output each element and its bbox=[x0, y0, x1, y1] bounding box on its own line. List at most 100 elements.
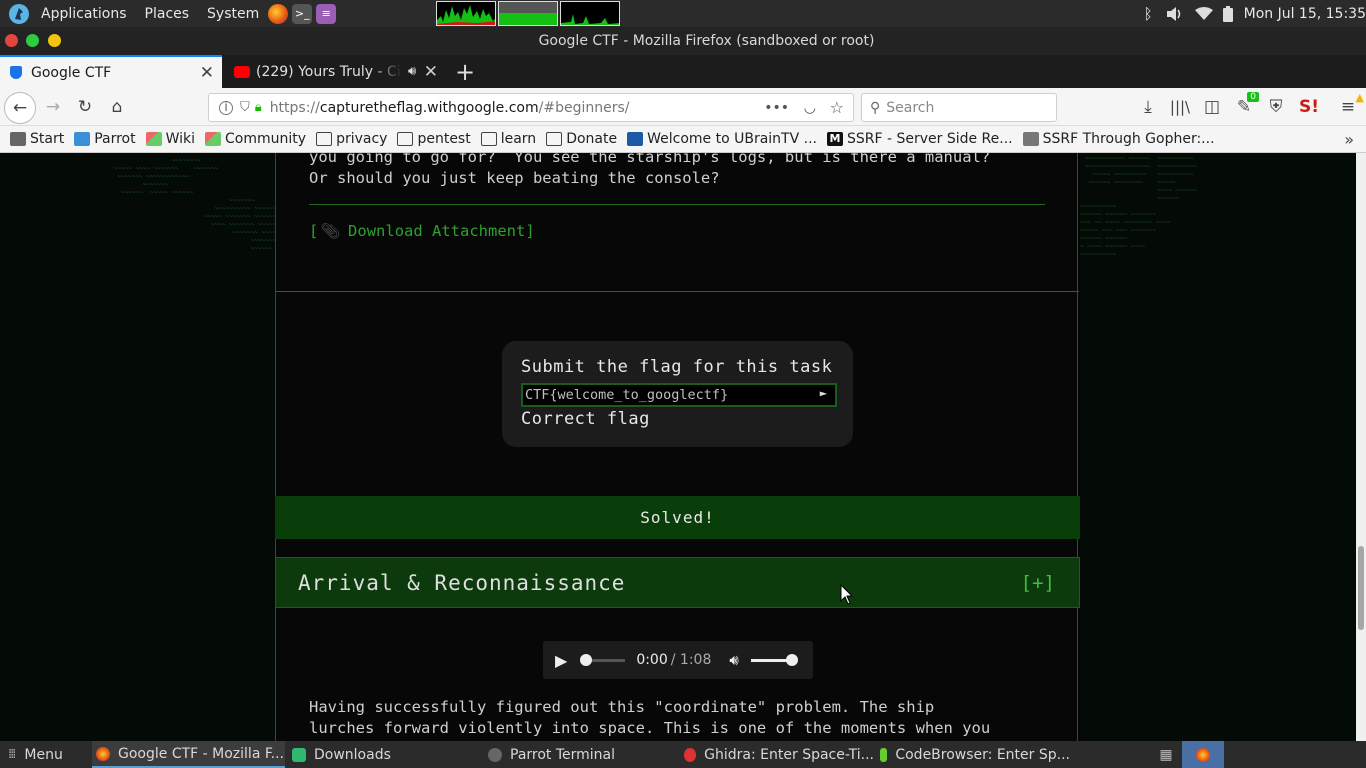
taskbar-item-terminal[interactable]: Parrot Terminal bbox=[488, 741, 678, 768]
workspace-switcher-icon[interactable]: ▦ bbox=[1154, 741, 1178, 768]
text-editor-launcher-icon[interactable]: ≡ bbox=[314, 0, 338, 27]
hamburger-menu-icon[interactable]: ≡ ▲ bbox=[1336, 91, 1364, 119]
avatar-icon bbox=[1022, 132, 1039, 146]
bookmark-wiki[interactable]: Wiki bbox=[145, 131, 195, 147]
home-button[interactable]: ⌂ bbox=[105, 95, 129, 119]
search-bar[interactable]: ⚲ Search bbox=[861, 93, 1057, 122]
window-titlebar[interactable]: Google CTF - Mozilla Firefox (sandboxed … bbox=[0, 27, 1366, 55]
url-path: /#beginners/ bbox=[538, 99, 630, 116]
close-tab-icon[interactable]: ✕ bbox=[200, 63, 214, 83]
new-tab-button[interactable]: + bbox=[455, 58, 475, 86]
search-icon: ⚲ bbox=[870, 99, 881, 116]
task-body-arrival: ▶ 0:00 / 1:08 🔊︎ Having successfully fig… bbox=[275, 608, 1078, 741]
bookmark-star-icon[interactable]: ☆ bbox=[830, 98, 844, 117]
paperclip-icon: 📎︎ bbox=[320, 222, 341, 240]
tab-google-ctf[interactable]: Google CTF ✕ bbox=[0, 55, 222, 88]
library-icon[interactable]: |||\ bbox=[1168, 95, 1192, 119]
reload-button[interactable]: ↻ bbox=[73, 95, 97, 119]
privacy-badger-icon[interactable]: ⛨ bbox=[1264, 95, 1288, 119]
divider bbox=[276, 291, 1079, 292]
taskbar-item-downloads[interactable]: Downloads bbox=[292, 741, 482, 768]
volume-icon[interactable]: 🔊︎ bbox=[729, 651, 738, 669]
forward-button[interactable]: → bbox=[41, 95, 65, 119]
network-graph-icon bbox=[560, 1, 621, 26]
audio-player[interactable]: ▶ 0:00 / 1:08 🔊︎ bbox=[543, 641, 813, 679]
taskbar-item-label: Ghidra: Enter Space-Ti... bbox=[704, 746, 874, 763]
extension-s-icon[interactable]: S! bbox=[1297, 95, 1321, 119]
volume-slider[interactable] bbox=[750, 653, 798, 666]
vertical-scrollbar[interactable] bbox=[1356, 153, 1366, 741]
back-button[interactable]: ← bbox=[4, 92, 36, 124]
volume-icon[interactable] bbox=[1159, 0, 1189, 27]
tab-label: Google CTF bbox=[31, 64, 112, 81]
tab-label: (229) Yours Truly - Cir bbox=[256, 63, 402, 80]
taskbar-item-codebrowser[interactable]: CodeBrowser: Enter Sp... bbox=[880, 741, 1070, 768]
bluetooth-icon[interactable]: ᛒ bbox=[1138, 0, 1159, 27]
pocket-icon[interactable]: ◡ bbox=[804, 100, 816, 116]
lock-icon[interactable]: 🔒︎ bbox=[255, 100, 262, 115]
url-bar[interactable]: i ⛉ 🔒︎ https:// capturetheflag.withgoogl… bbox=[208, 93, 854, 122]
bookmark-donate[interactable]: Donate bbox=[546, 131, 617, 147]
task-header-arrival[interactable]: Arrival & Reconnaissance [+] bbox=[275, 557, 1080, 608]
sidebar-icon[interactable]: ◫ bbox=[1200, 95, 1224, 119]
bookmark-ssrf-server-side[interactable]: M SSRF - Server Side Re... bbox=[826, 131, 1013, 147]
ubraintv-icon bbox=[627, 132, 644, 146]
decor-text: ~~~~~~~~~~ ~~~~~~ ~~~~~~ ~~~~~~~ ~~~ ~~ … bbox=[1080, 203, 1171, 258]
workspace-firefox-icon[interactable] bbox=[1182, 741, 1224, 768]
url-domain: capturetheflag.withgoogle.com bbox=[319, 99, 539, 116]
taskbar-item-ghidra[interactable]: Ghidra: Enter Space-Ti... bbox=[684, 741, 874, 768]
system-menu[interactable]: System bbox=[200, 0, 266, 27]
warning-badge-icon: ▲ bbox=[1355, 91, 1364, 104]
menu-button[interactable]: ⁞⁞⁞ Menu bbox=[8, 741, 88, 768]
terminal-launcher-icon[interactable]: >_ bbox=[290, 0, 314, 27]
medium-icon: M bbox=[826, 132, 843, 146]
parrot-logo-icon[interactable] bbox=[0, 0, 34, 27]
submit-arrow-icon[interactable]: ► bbox=[820, 386, 827, 400]
tab-youtube[interactable]: (229) Yours Truly - Cir 🔊︎ ✕ bbox=[222, 55, 446, 88]
download-attachment-link[interactable]: [📎︎ Download Attachment] bbox=[309, 222, 535, 240]
volume-thumb[interactable] bbox=[785, 653, 798, 666]
tracking-shield-icon[interactable]: ⛉ bbox=[240, 100, 250, 115]
addon-icon[interactable]: ✎ 0 bbox=[1232, 92, 1259, 119]
flag-input[interactable]: CTF{welcome_to_googlectf} ► bbox=[521, 383, 837, 407]
applications-menu[interactable]: Applications bbox=[34, 0, 134, 27]
menu-label: Menu bbox=[24, 746, 63, 763]
play-icon[interactable]: ▶ bbox=[555, 651, 567, 670]
page-actions-icon[interactable]: ••• bbox=[764, 100, 789, 116]
mouse-cursor-icon bbox=[840, 583, 854, 610]
tab-audio-icon[interactable]: 🔊︎ bbox=[408, 64, 416, 79]
close-tab-icon[interactable]: ✕ bbox=[424, 62, 438, 82]
scrollbar-thumb[interactable] bbox=[1358, 546, 1364, 630]
task-description: you going to go for? You see the starshi… bbox=[309, 153, 991, 187]
clock[interactable]: Mon Jul 15, 15:35 bbox=[1237, 0, 1366, 27]
bookmark-ubraintv[interactable]: Welcome to UBrainTV ... bbox=[627, 131, 817, 147]
taskbar-item-firefox[interactable]: Google CTF - Mozilla F... bbox=[92, 741, 285, 768]
bookmark-label: Community bbox=[225, 131, 307, 147]
firefox-launcher-icon[interactable] bbox=[266, 0, 290, 27]
window-title: Google CTF - Mozilla Firefox (sandboxed … bbox=[538, 33, 875, 49]
bookmark-start[interactable]: Start bbox=[10, 131, 64, 147]
bookmarks-overflow-icon[interactable]: » bbox=[1344, 130, 1354, 149]
bookmark-parrot[interactable]: Parrot bbox=[74, 131, 136, 147]
star-folder-icon bbox=[10, 132, 26, 146]
bookmark-learn[interactable]: learn bbox=[480, 131, 536, 147]
info-icon[interactable]: i bbox=[219, 100, 233, 115]
bookmark-community[interactable]: Community bbox=[205, 131, 306, 147]
bookmark-label: SSRF Through Gopher:... bbox=[1042, 131, 1215, 147]
bookmark-privacy[interactable]: privacy bbox=[316, 131, 387, 147]
wifi-icon[interactable] bbox=[1189, 0, 1219, 27]
folder-icon bbox=[397, 132, 414, 146]
expand-toggle[interactable]: [+] bbox=[1021, 572, 1055, 594]
ghidra-icon bbox=[684, 747, 697, 762]
downloads-icon[interactable]: ⤓ bbox=[1136, 95, 1160, 119]
audio-progress-track[interactable] bbox=[580, 653, 626, 666]
bookmark-label: privacy bbox=[336, 131, 388, 147]
battery-icon[interactable] bbox=[1219, 0, 1237, 27]
system-panel: Applications Places System >_ ≡ ᛒ Mon Ju… bbox=[0, 0, 1366, 27]
bookmark-pentest[interactable]: pentest bbox=[397, 131, 471, 147]
audio-progress-thumb[interactable] bbox=[580, 653, 593, 666]
places-menu[interactable]: Places bbox=[138, 0, 197, 27]
flag-submit-box: Submit the flag for this task CTF{welcom… bbox=[502, 341, 853, 447]
grid-menu-icon: ⁞⁞⁞ bbox=[8, 747, 17, 762]
bookmark-ssrf-gopher[interactable]: SSRF Through Gopher:... bbox=[1022, 131, 1215, 147]
